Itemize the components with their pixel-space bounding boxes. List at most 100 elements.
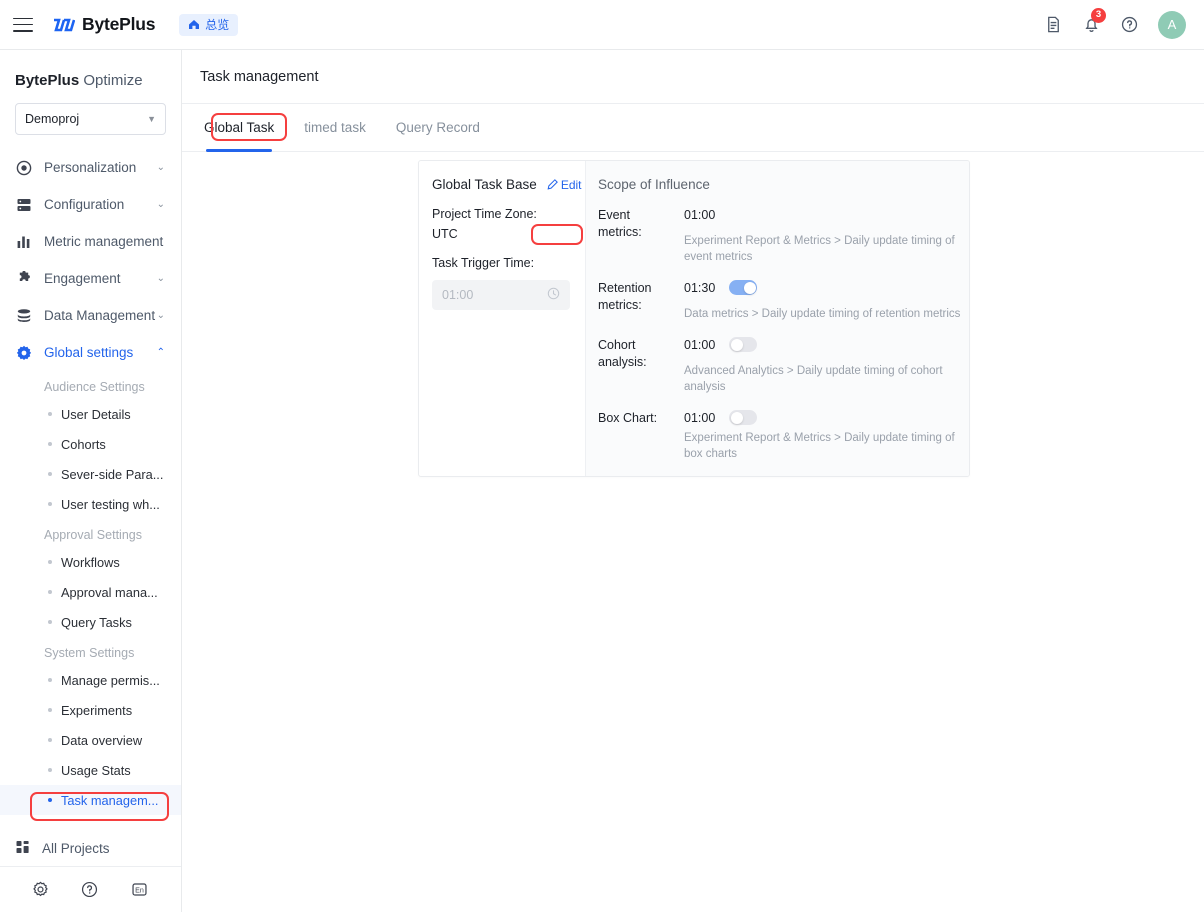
- chevron-down-icon: ⌄: [156, 310, 165, 321]
- bullet-icon: [48, 472, 52, 476]
- top-bar: BytePlus 总览 3 A: [0, 0, 1204, 50]
- sidebar-subitem-label: User testing wh...: [61, 496, 160, 512]
- sidebar-bottom: All Projects En: [0, 830, 181, 912]
- tab-global-task[interactable]: Global Task: [204, 104, 274, 152]
- brand-name: BytePlus: [82, 14, 156, 34]
- clock-icon: [547, 287, 560, 303]
- global-task-base-title: Global Task Base: [432, 177, 537, 192]
- sidebar-item-cohorts[interactable]: Cohorts: [0, 429, 181, 459]
- project-selector[interactable]: Demoproj ▼: [15, 103, 166, 135]
- svg-text:En: En: [135, 886, 144, 894]
- tab-timed-task[interactable]: timed task: [304, 104, 366, 152]
- document-icon[interactable]: [1044, 15, 1064, 35]
- bell-icon[interactable]: 3: [1082, 7, 1106, 35]
- server-icon: [15, 196, 33, 214]
- bullet-icon: [48, 678, 52, 682]
- edit-button[interactable]: Edit: [547, 178, 582, 192]
- bullet-icon: [48, 502, 52, 506]
- sidebar-item-manage-permissions[interactable]: Manage permis...: [0, 665, 181, 695]
- avatar[interactable]: A: [1158, 10, 1186, 39]
- sidebar-item-label: Data Management: [44, 308, 156, 323]
- sidebar-item-data-management[interactable]: Data Management ⌄: [0, 297, 181, 334]
- page-title: Task management: [182, 50, 1204, 104]
- target-icon: [15, 159, 33, 177]
- language-en-icon[interactable]: En: [130, 880, 150, 900]
- scope-row-top: 01:00: [684, 409, 969, 426]
- sidebar-item-personalization[interactable]: Personalization ⌄: [0, 149, 181, 186]
- sidebar-item-configuration[interactable]: Configuration ⌄: [0, 186, 181, 223]
- sidebar-item-all-projects[interactable]: All Projects: [0, 830, 181, 866]
- scope-row-name: Event metrics:: [598, 208, 642, 239]
- scope-row-body: 01:30 Data metrics > Daily update timing…: [660, 279, 969, 322]
- sidebar-subitem-label: User Details: [61, 406, 131, 422]
- project-selector-value: Demoproj: [25, 112, 80, 126]
- top-bar-actions: 3 A: [1044, 7, 1204, 39]
- overview-badge[interactable]: 总览: [179, 13, 239, 36]
- bullet-icon: [48, 560, 52, 564]
- scope-row: Cohort analysis: 01:00 Advanced Analytic…: [598, 336, 969, 395]
- toggle-knob: [743, 281, 756, 294]
- scope-row-toggle[interactable]: [729, 410, 758, 425]
- sidebar-subitem-label: Cohorts: [61, 436, 106, 452]
- gear-icon[interactable]: [31, 880, 51, 900]
- grid-icon: [15, 839, 31, 858]
- sidebar-item-usage-stats[interactable]: Usage Stats: [0, 755, 181, 785]
- scope-row-toggle[interactable]: [729, 337, 758, 352]
- chevron-down-icon: ⌄: [156, 162, 165, 173]
- tab-query-record[interactable]: Query Record: [396, 104, 480, 152]
- sidebar-item-task-management[interactable]: Task managem...: [0, 785, 181, 815]
- sidebar-item-data-overview[interactable]: Data overview: [0, 725, 181, 755]
- scope-row-time: 01:00: [684, 337, 716, 352]
- chevron-down-icon: ⌄: [156, 273, 165, 284]
- sidebar-title-bold: BytePlus: [15, 72, 80, 89]
- scope-row-top: 01:00: [684, 206, 969, 223]
- bullet-icon: [48, 708, 52, 712]
- scope-row-description: Data metrics > Daily update timing of re…: [684, 308, 961, 320]
- sidebar-subitem-label: Query Tasks: [61, 614, 132, 630]
- scope-row-toggle[interactable]: [729, 280, 758, 295]
- tab-label: Query Record: [395, 120, 480, 135]
- scope-row-name: Cohort analysis:: [598, 338, 647, 369]
- chevron-up-icon: ⌃: [156, 347, 165, 358]
- global-task-card: Global Task Base Edit Project Time Zone:…: [418, 160, 970, 477]
- bullet-icon: [48, 590, 52, 594]
- bar-chart-icon: [15, 233, 33, 251]
- sidebar-tools: En: [0, 866, 181, 912]
- scope-row-time: 01:30: [684, 280, 716, 295]
- bullet-icon: [48, 768, 52, 772]
- toggle-knob: [730, 411, 743, 424]
- sidebar-item-approval-management[interactable]: Approval mana...: [0, 577, 181, 607]
- sidebar-subitem-label: Experiments: [61, 702, 133, 718]
- sidebar-item-experiments[interactable]: Experiments: [0, 695, 181, 725]
- sidebar-nav: Personalization ⌄ Configuration ⌄ Metric…: [0, 149, 181, 815]
- sidebar-item-metric-management[interactable]: Metric management: [0, 223, 181, 260]
- help-circle-icon[interactable]: [1120, 15, 1140, 35]
- scope-row-time: 01:00: [684, 207, 716, 222]
- sidebar-item-label: Configuration: [44, 197, 125, 212]
- sidebar-item-server-side-params[interactable]: Sever-side Para...: [0, 459, 181, 489]
- sidebar-item-workflows[interactable]: Workflows: [0, 547, 181, 577]
- brand-logo[interactable]: BytePlus: [53, 14, 155, 35]
- project-timezone-value: UTC: [432, 227, 458, 241]
- task-trigger-time-input[interactable]: 01:00: [432, 280, 570, 310]
- sidebar-item-global-settings[interactable]: Global settings ⌃: [0, 334, 181, 371]
- sidebar-subitem-label: Task managem...: [61, 792, 159, 808]
- edit-button-label: Edit: [560, 177, 582, 192]
- global-task-base-panel: Global Task Base Edit Project Time Zone:…: [419, 161, 586, 476]
- sidebar-group-system-settings: System Settings: [44, 646, 135, 660]
- scope-row: Retention metrics: 01:30 Data metrics > …: [598, 279, 969, 322]
- sidebar-item-query-tasks[interactable]: Query Tasks: [0, 607, 181, 637]
- sidebar: BytePlus Optimize Demoproj ▼ Personaliza…: [0, 50, 182, 912]
- sidebar-item-user-testing-whitelist[interactable]: User testing wh...: [0, 489, 181, 519]
- sidebar-group-audience-settings: Audience Settings: [44, 380, 145, 394]
- scope-of-influence-panel: Scope of Influence Event metrics: 01:00 …: [586, 161, 969, 476]
- sidebar-item-engagement[interactable]: Engagement ⌄: [0, 260, 181, 297]
- sidebar-item-user-details[interactable]: User Details: [0, 399, 181, 429]
- bullet-icon: [48, 620, 52, 624]
- database-icon: [15, 307, 33, 325]
- help-circle-icon[interactable]: [80, 880, 100, 900]
- sidebar-subitem-label: Data overview: [61, 732, 143, 748]
- scope-row-top: 01:30: [684, 279, 969, 296]
- hamburger-icon[interactable]: [13, 17, 33, 32]
- sidebar-subitem-label: Usage Stats: [61, 762, 131, 778]
